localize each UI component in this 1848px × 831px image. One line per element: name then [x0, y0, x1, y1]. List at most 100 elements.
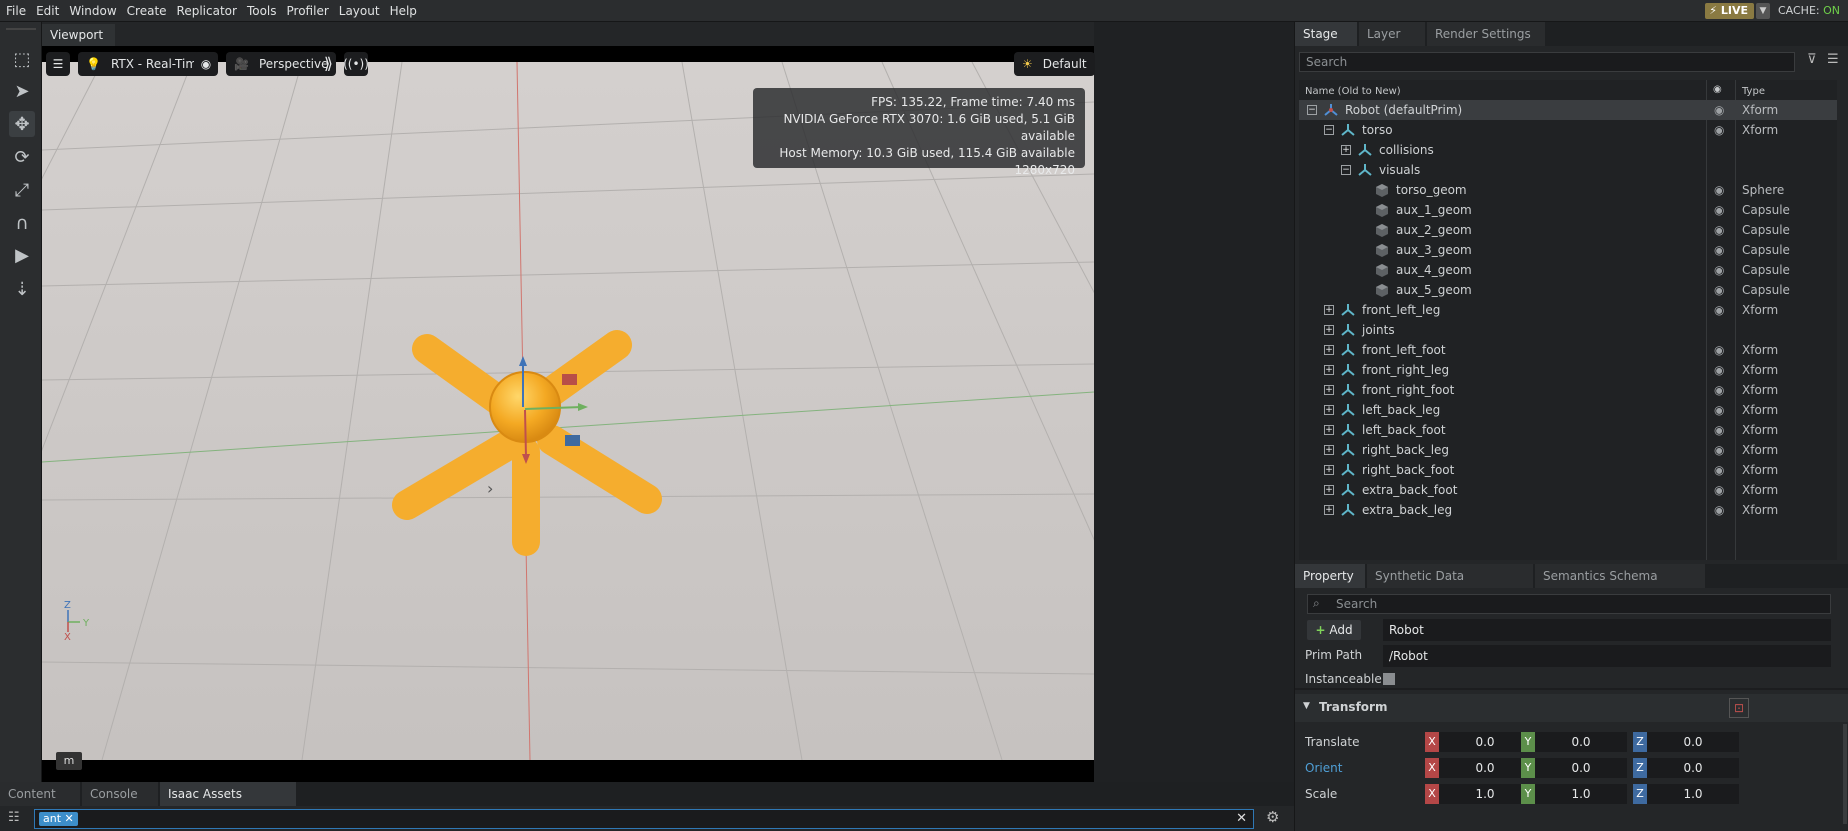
- snap-tool-button[interactable]: ∩: [9, 210, 35, 236]
- tree-row[interactable]: + right_back_foot ◉ Xform: [1299, 460, 1837, 480]
- expand-icon[interactable]: +: [1324, 345, 1334, 355]
- tree-row[interactable]: + front_left_foot ◉ Xform: [1299, 340, 1837, 360]
- expand-icon[interactable]: +: [1324, 445, 1334, 455]
- stage-search-input[interactable]: Search: [1299, 52, 1795, 72]
- collapse-icon[interactable]: −: [1341, 165, 1351, 175]
- move-tool-button[interactable]: ✥: [9, 111, 35, 137]
- expand-icon[interactable]: +: [1324, 505, 1334, 515]
- visibility-eye-icon[interactable]: ◉: [1714, 260, 1724, 280]
- tab-layer[interactable]: Layer: [1359, 22, 1425, 46]
- transform-header[interactable]: ▼ Transform ⊡: [1295, 694, 1848, 722]
- collapse-icon[interactable]: −: [1307, 105, 1317, 115]
- tab-viewport[interactable]: Viewport: [42, 24, 116, 46]
- tab-synthetic-data-recorder[interactable]: Synthetic Data Recorder: [1367, 564, 1533, 607]
- expand-icon[interactable]: +: [1324, 305, 1334, 315]
- tree-row[interactable]: + left_back_foot ◉ Xform: [1299, 420, 1837, 440]
- reset-transform-icon[interactable]: ⊡: [1729, 698, 1749, 718]
- rotate-tool-button[interactable]: ⟳: [9, 144, 35, 170]
- add-button[interactable]: + Add: [1307, 620, 1361, 640]
- translate-x-field[interactable]: 0.0: [1439, 732, 1531, 752]
- camera-button[interactable]: 🎥 Perspective: [226, 52, 337, 76]
- visibility-eye-icon[interactable]: ◉: [1714, 300, 1724, 320]
- visibility-eye-icon[interactable]: ◉: [1714, 100, 1724, 120]
- tree-row[interactable]: aux_4_geom ◉ Capsule: [1299, 260, 1837, 280]
- expand-icon[interactable]: +: [1324, 485, 1334, 495]
- menu-profiler[interactable]: Profiler: [282, 0, 334, 22]
- visibility-eye-icon[interactable]: ◉: [1714, 400, 1724, 420]
- tree-view-icon[interactable]: ☷: [8, 810, 20, 825]
- prim-path-field[interactable]: /Robot: [1383, 645, 1831, 667]
- clear-search-icon[interactable]: ✕: [1236, 811, 1247, 826]
- tree-row[interactable]: + front_left_leg ◉ Xform: [1299, 300, 1837, 320]
- visibility-eye-icon[interactable]: ◉: [1714, 440, 1724, 460]
- menu-file[interactable]: File: [0, 0, 31, 22]
- visibility-eye-icon[interactable]: ◉: [1714, 460, 1724, 480]
- property-scrollbar[interactable]: [1843, 724, 1847, 824]
- tree-row[interactable]: aux_5_geom ◉ Capsule: [1299, 280, 1837, 300]
- broadcast-button[interactable]: ((•)): [343, 52, 369, 76]
- menu-layout[interactable]: Layout: [334, 0, 385, 22]
- tab-semantics-schema-editor[interactable]: Semantics Schema Editor: [1535, 564, 1705, 607]
- viewport[interactable]: › Z Y X ☰ 💡 RTX - Real-Time ◉ 🎥 Perspectiv…: [42, 46, 1095, 782]
- tree-row[interactable]: torso_geom ◉ Sphere: [1299, 180, 1837, 200]
- property-search-input[interactable]: Search: [1307, 594, 1831, 614]
- expand-icon[interactable]: +: [1324, 325, 1334, 335]
- visibility-eye-icon[interactable]: ◉: [1714, 120, 1724, 140]
- scale-z-field[interactable]: 1.0: [1647, 784, 1739, 804]
- search-chip[interactable]: ant ✕: [39, 812, 78, 826]
- expand-icon[interactable]: +: [1341, 145, 1351, 155]
- tree-row[interactable]: + right_back_leg ◉ Xform: [1299, 440, 1837, 460]
- tab-console[interactable]: Console: [82, 782, 158, 806]
- menu-replicator[interactable]: Replicator: [172, 0, 242, 22]
- options-icon[interactable]: ☰: [1827, 52, 1839, 67]
- visibility-eye-icon[interactable]: ◉: [1714, 280, 1724, 300]
- menu-tools[interactable]: Tools: [242, 0, 282, 22]
- visibility-eye-icon[interactable]: ◉: [1714, 360, 1724, 380]
- visibility-eye-icon[interactable]: ◉: [1714, 480, 1724, 500]
- instanceable-checkbox[interactable]: [1383, 673, 1395, 685]
- tab-stage[interactable]: Stage: [1295, 22, 1357, 46]
- scale-x-field[interactable]: 1.0: [1439, 784, 1531, 804]
- tab-render-settings[interactable]: Render Settings: [1427, 22, 1545, 46]
- prim-name-field[interactable]: Robot: [1383, 619, 1831, 641]
- tree-row[interactable]: + front_right_leg ◉ Xform: [1299, 360, 1837, 380]
- select-tool-button[interactable]: ➤: [9, 78, 35, 104]
- visibility-eye-icon[interactable]: ◉: [1714, 220, 1724, 240]
- expand-icon[interactable]: +: [1324, 405, 1334, 415]
- visibility-eye-icon[interactable]: ◉: [1714, 180, 1724, 200]
- translate-z-field[interactable]: 0.0: [1647, 732, 1739, 752]
- live-button[interactable]: ⚡ LIVE: [1705, 3, 1754, 19]
- tab-isaac-assets[interactable]: Isaac Assets (Beta): [160, 782, 296, 825]
- tab-property[interactable]: Property: [1295, 564, 1365, 588]
- visibility-button[interactable]: ◉: [194, 52, 218, 76]
- scale-tool-button[interactable]: ⤢: [9, 177, 35, 203]
- visibility-eye-icon[interactable]: ◉: [1714, 420, 1724, 440]
- orient-z-field[interactable]: 0.0: [1647, 758, 1739, 778]
- tree-row[interactable]: aux_1_geom ◉ Capsule: [1299, 200, 1837, 220]
- tree-row[interactable]: + collisions: [1299, 140, 1837, 160]
- tree-row[interactable]: + joints: [1299, 320, 1837, 340]
- orient-label[interactable]: Orient: [1305, 761, 1342, 775]
- scale-y-field[interactable]: 1.0: [1535, 784, 1627, 804]
- visibility-eye-icon[interactable]: ◉: [1714, 380, 1724, 400]
- tab-content[interactable]: Content: [0, 782, 80, 806]
- physics-tool-button[interactable]: ⇣: [9, 276, 35, 302]
- collapse-icon[interactable]: −: [1324, 125, 1334, 135]
- asset-search-input[interactable]: ant ✕ ✕: [34, 809, 1254, 829]
- chip-close-icon[interactable]: ✕: [65, 812, 74, 825]
- filter-icon[interactable]: ⊽: [1807, 52, 1817, 67]
- tree-row[interactable]: aux_2_geom ◉ Capsule: [1299, 220, 1837, 240]
- col-name-header[interactable]: Name (Old to New): [1305, 86, 1401, 97]
- viewport-settings-button[interactable]: ☰: [46, 52, 70, 76]
- renderer-button[interactable]: 💡 RTX - Real-Time: [78, 52, 213, 76]
- live-dropdown-button[interactable]: ▼: [1756, 3, 1770, 19]
- expand-icon[interactable]: +: [1324, 465, 1334, 475]
- visibility-eye-icon[interactable]: ◉: [1714, 340, 1724, 360]
- visibility-eye-icon[interactable]: ◉: [1714, 240, 1724, 260]
- tree-row[interactable]: + extra_back_foot ◉ Xform: [1299, 480, 1837, 500]
- translate-y-field[interactable]: 0.0: [1535, 732, 1627, 752]
- tree-row[interactable]: + extra_back_leg ◉ Xform: [1299, 500, 1837, 520]
- tree-row[interactable]: − visuals: [1299, 160, 1837, 180]
- expand-icon[interactable]: +: [1324, 425, 1334, 435]
- expand-icon[interactable]: +: [1324, 365, 1334, 375]
